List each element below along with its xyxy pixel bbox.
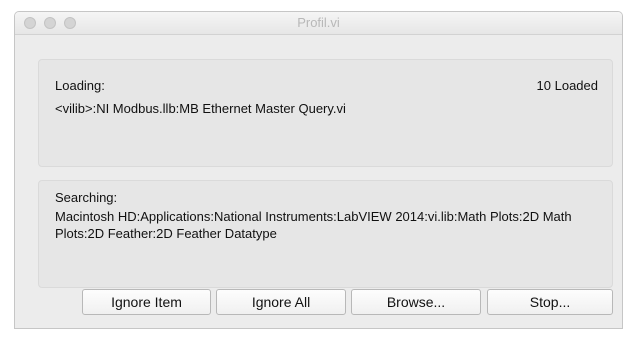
stop-button[interactable]: Stop...	[487, 289, 613, 315]
loading-dialog-window: Profil.vi Loading: 10 Loaded <vilib>:NI …	[14, 11, 623, 329]
ignore-all-button[interactable]: Ignore All	[216, 289, 346, 315]
ignore-item-button[interactable]: Ignore Item	[82, 289, 211, 315]
browse-button[interactable]: Browse...	[351, 289, 481, 315]
loading-path: <vilib>:NI Modbus.llb:MB Ethernet Master…	[55, 101, 346, 116]
searching-panel: Searching: Macintosh HD:Applications:Nat…	[38, 180, 613, 288]
loading-panel: Loading: 10 Loaded <vilib>:NI Modbus.llb…	[38, 59, 613, 167]
loading-label: Loading:	[55, 78, 105, 93]
searching-label: Searching:	[55, 190, 118, 205]
loaded-count: 10 Loaded	[536, 78, 598, 93]
window-title: Profil.vi	[297, 15, 340, 30]
title-bar: Profil.vi	[15, 12, 622, 35]
searching-path: Macintosh HD:Applications:National Instr…	[55, 209, 572, 241]
